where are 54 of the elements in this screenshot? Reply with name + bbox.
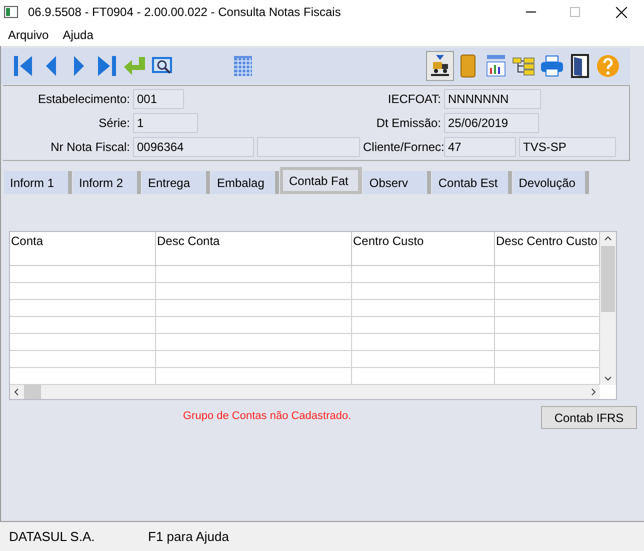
field-label: IECFOAT: [386, 91, 441, 108]
door-icon [570, 54, 590, 78]
app-icon [4, 6, 18, 18]
tab[interactable]: Observ [363, 171, 432, 194]
truck-icon [429, 54, 451, 78]
column-header[interactable]: Desc Conta [156, 232, 352, 266]
tree-diagram-icon [512, 55, 536, 77]
column-header[interactable]: Centro Custo [352, 232, 495, 266]
tab[interactable]: Entrega [142, 171, 210, 194]
text-field[interactable]: 47 [444, 137, 516, 157]
status-text: DATASUL S.A. [9, 528, 96, 546]
column-header[interactable]: Conta [10, 232, 156, 266]
close-icon[interactable] [616, 6, 627, 18]
tab[interactable]: Devolução [512, 171, 590, 194]
previous-icon [44, 54, 58, 78]
error-message: Grupo de Contas não Cadastrado. [183, 409, 352, 424]
first-record-icon [12, 54, 34, 78]
status-text: F1 para Ajuda [148, 528, 229, 546]
maximize-icon[interactable] [570, 7, 580, 17]
return-arrow-icon [123, 56, 147, 76]
contab-ifrs-button[interactable]: Contab IFRS [541, 406, 637, 429]
empty-field[interactable] [257, 137, 360, 157]
scroll-thumb[interactable] [601, 246, 615, 312]
horizontal-scrollbar[interactable] [10, 385, 600, 399]
toolbar-button[interactable] [426, 51, 454, 81]
field-label: Cliente/Fornec: [363, 139, 441, 156]
book-icon [459, 54, 477, 78]
vertical-scrollbar[interactable] [600, 232, 616, 385]
window-title: 06.9.5508 - FT0904 - 2.00.00.022 - Consulta Notas Fiscais [28, 4, 341, 21]
calendar-icon [233, 55, 253, 77]
magnifier-icon [152, 56, 174, 76]
field-label: Estabelecimento: [36, 91, 130, 108]
menu-item[interactable]: Arquivo [8, 26, 49, 44]
field-label: Dt Emissão: [375, 115, 441, 132]
tab[interactable]: Contab Est [432, 171, 512, 194]
printer-icon [540, 55, 564, 77]
text-field[interactable]: TVS-SP [519, 137, 616, 157]
tab[interactable]: Contab Fat [280, 167, 362, 194]
help-icon [596, 54, 620, 78]
text-field[interactable]: 1 [133, 113, 198, 133]
text-field[interactable]: 001 [133, 89, 184, 109]
field-label: Nr Nota Fiscal: [50, 139, 130, 156]
text-field[interactable]: 25/06/2019 [444, 113, 539, 133]
bar-chart-icon [485, 54, 507, 78]
last-record-icon [96, 54, 118, 78]
tab[interactable]: Inform 2 [73, 171, 141, 194]
tab[interactable]: Embalag [211, 171, 279, 194]
text-field[interactable]: 0096364 [133, 137, 254, 157]
next-icon [72, 54, 86, 78]
tab[interactable]: Inform 1 [4, 171, 72, 194]
scroll-thumb[interactable] [24, 385, 41, 399]
menu-item[interactable]: Ajuda [62, 26, 94, 44]
field-label: Série: [98, 115, 130, 132]
text-field[interactable]: NNNNNNN [444, 89, 541, 109]
